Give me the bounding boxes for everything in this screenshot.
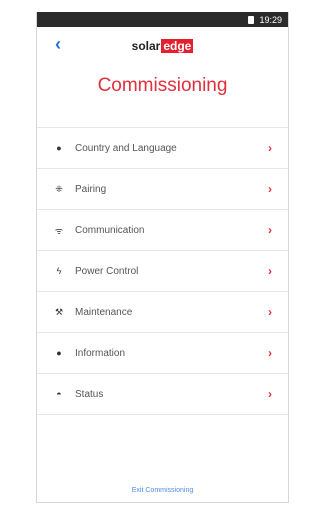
page-title: Commissioning bbox=[97, 75, 228, 96]
status-time: 19:29 bbox=[259, 14, 282, 25]
commissioning-menu: ● Country and Language › ⁜ Pairing › ᯤ C… bbox=[37, 127, 288, 415]
menu-item-power-control[interactable]: ϟ Power Control › bbox=[37, 250, 288, 291]
battery-icon bbox=[248, 15, 255, 24]
chevron-right-icon: › bbox=[268, 182, 272, 196]
chevron-right-icon: › bbox=[268, 223, 272, 237]
gauge-icon: ◓ bbox=[56, 389, 62, 399]
solaredge-logo: solar edge bbox=[131, 39, 194, 53]
phone-screen: 19:29 ‹ solar edge Commissioning ● Countr… bbox=[36, 12, 289, 503]
menu-item-information[interactable]: ● Information › bbox=[37, 332, 288, 373]
lightning-icon: ϟ bbox=[56, 266, 62, 276]
chevron-right-icon: › bbox=[268, 305, 272, 319]
chevron-right-icon: › bbox=[268, 264, 272, 278]
chevron-right-icon: › bbox=[268, 346, 272, 360]
exit-commissioning-link[interactable]: Exit Commissioning bbox=[37, 487, 288, 494]
menu-item-status[interactable]: ◓ Status › bbox=[37, 373, 288, 415]
chevron-right-icon: › bbox=[268, 141, 272, 155]
chevron-right-icon: › bbox=[268, 387, 272, 401]
wifi-icon: ᯤ bbox=[54, 225, 64, 236]
globe-icon: ● bbox=[56, 143, 62, 153]
menu-item-maintenance[interactable]: ⚒ Maintenance › bbox=[37, 291, 288, 332]
menu-item-country-language[interactable]: ● Country and Language › bbox=[37, 127, 288, 168]
menu-item-communication[interactable]: ᯤ Communication › bbox=[37, 209, 288, 250]
menu-item-pairing[interactable]: ⁜ Pairing › bbox=[37, 168, 288, 209]
status-bar: 19:29 bbox=[37, 12, 288, 27]
app-header: ‹ solar edge bbox=[37, 27, 288, 61]
wrench-icon: ⚒ bbox=[54, 306, 64, 317]
pairing-icon: ⁜ bbox=[55, 183, 63, 194]
info-icon: ● bbox=[56, 348, 62, 358]
